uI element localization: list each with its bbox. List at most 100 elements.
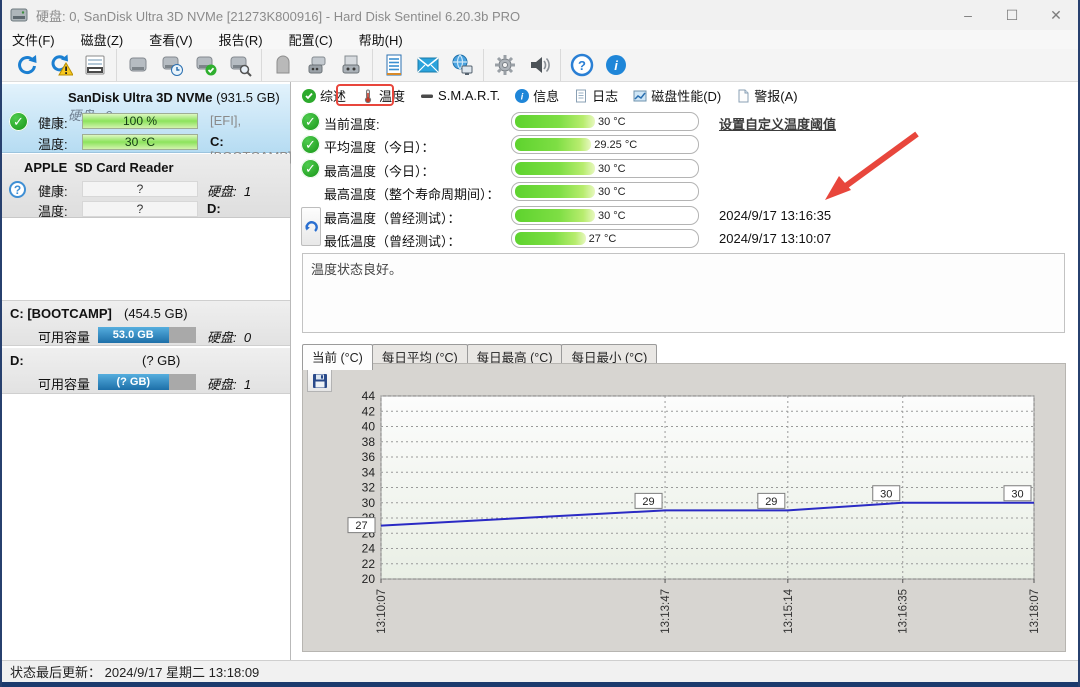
disk-hardware-icon[interactable] bbox=[336, 51, 366, 79]
close-button[interactable]: ✕ bbox=[1034, 0, 1078, 30]
svg-text:13:18:07: 13:18:07 bbox=[1029, 589, 1041, 634]
health-label: 健康: bbox=[38, 113, 68, 132]
temp-row-bar: 30 °C bbox=[511, 182, 699, 201]
temp-row-bar: 29.25 °C bbox=[511, 135, 699, 154]
svg-text:13:16:35: 13:16:35 bbox=[898, 589, 910, 634]
svg-text:13:10:07: 13:10:07 bbox=[376, 589, 388, 634]
undo-icon bbox=[304, 220, 318, 234]
status-ok-icon: ✓ bbox=[301, 135, 320, 154]
temp-row-bar: 30 °C bbox=[511, 206, 699, 225]
temp-label: 温度: bbox=[38, 134, 68, 153]
status-bar: 状态最后更新： 2024/9/17 星期二 13:18:09 bbox=[2, 660, 1078, 682]
temp-row-label: 最低温度（曾经测试）： bbox=[324, 231, 461, 250]
temp-bar-fill bbox=[515, 209, 595, 222]
temp-bar: ? bbox=[82, 201, 198, 217]
disk-item-sandisk[interactable]: SanDisk Ultra 3D NVMe (931.5 GB) 硬盘: 0 ✓… bbox=[2, 84, 290, 153]
info-circle-icon: i bbox=[515, 89, 529, 103]
svg-text:44: 44 bbox=[362, 389, 376, 403]
disk-name: SanDisk Ultra 3D NVMe bbox=[68, 90, 213, 105]
temperature-chart-panel: 2022242628303234363840424413:10:0713:13:… bbox=[302, 363, 1066, 652]
disk-search-icon[interactable] bbox=[225, 51, 255, 79]
notes-icon[interactable] bbox=[379, 51, 409, 79]
disk-connector-icon[interactable] bbox=[302, 51, 332, 79]
annotation-arrow bbox=[817, 128, 927, 208]
tab-smart[interactable]: S.M.A.R.T. bbox=[420, 88, 500, 103]
refresh-icon[interactable] bbox=[12, 51, 42, 79]
status-ok-icon: ✓ bbox=[301, 159, 320, 178]
partition-size: (? GB) bbox=[142, 353, 180, 368]
title-bar: 硬盘: 0, SanDisk Ultra 3D NVMe [21273K8009… bbox=[2, 0, 1078, 30]
window-title: 硬盘: 0, SanDisk Ultra 3D NVMe [21273K8009… bbox=[36, 6, 520, 25]
temp-row-bar: 30 °C bbox=[511, 159, 699, 178]
help-icon[interactable]: ? bbox=[567, 51, 597, 79]
mail-icon[interactable] bbox=[413, 51, 443, 79]
tab-information[interactable]: i信息 bbox=[515, 86, 559, 105]
svg-text:32: 32 bbox=[362, 481, 376, 495]
health-bar: ? bbox=[82, 181, 198, 197]
reset-minmax-button[interactable] bbox=[301, 207, 321, 246]
menu-help[interactable]: 帮助(H) bbox=[359, 30, 403, 49]
maximize-button[interactable]: ☐ bbox=[990, 0, 1034, 30]
temp-bar-value: 29.25 °C bbox=[594, 139, 637, 151]
report-settings-icon[interactable] bbox=[80, 51, 110, 79]
status-last-updated: 状态最后更新： 2024/9/17 星期二 13:18:09 bbox=[10, 662, 259, 681]
temperature-line-chart[interactable]: 2022242628303234363840424413:10:0713:13:… bbox=[303, 364, 1067, 653]
menu-report[interactable]: 报告(R) bbox=[219, 30, 263, 49]
refresh-alert-icon[interactable] bbox=[46, 51, 76, 79]
temp-bar-fill bbox=[515, 185, 595, 198]
alert-page-icon bbox=[736, 89, 750, 103]
capacity-bar-fill: 53.0 GB bbox=[98, 327, 169, 343]
svg-text:22: 22 bbox=[362, 557, 376, 571]
svg-text:13:13:47: 13:13:47 bbox=[660, 589, 672, 634]
save-chart-button[interactable] bbox=[307, 369, 332, 392]
menu-disk[interactable]: 磁盘(Z) bbox=[81, 30, 124, 49]
status-ok-icon: ✓ bbox=[301, 112, 320, 131]
disk-number-label: 硬盘: 0 bbox=[207, 327, 251, 346]
save-icon bbox=[312, 373, 328, 389]
temp-row-label: 最高温度（整个寿命周期间）： bbox=[324, 184, 500, 203]
temp-bar-fill bbox=[515, 232, 586, 245]
sound-icon[interactable] bbox=[524, 51, 554, 79]
temp-bar-value: 30 °C bbox=[598, 186, 626, 198]
temp-row-label: 平均温度（今日）： bbox=[324, 137, 435, 156]
tab-performance[interactable]: 磁盘性能(D) bbox=[633, 86, 721, 105]
max-temp-timestamp: 2024/9/17 13:16:35 bbox=[719, 208, 831, 223]
temp-bar-value: 30 °C bbox=[598, 116, 626, 128]
network-icon[interactable] bbox=[447, 51, 477, 79]
tab-log[interactable]: 日志 bbox=[574, 86, 618, 105]
disk-list-sidebar: SanDisk Ultra 3D NVMe (931.5 GB) 硬盘: 0 ✓… bbox=[2, 82, 291, 660]
temp-label: 温度: bbox=[38, 201, 68, 220]
document-icon bbox=[574, 89, 588, 103]
capacity-bar: (? GB) bbox=[98, 374, 196, 390]
min-temp-timestamp: 2024/9/17 13:10:07 bbox=[719, 231, 831, 246]
minimize-button[interactable]: – bbox=[946, 0, 990, 30]
performance-chart-icon bbox=[633, 89, 647, 103]
tab-alerts[interactable]: 警报(A) bbox=[736, 86, 797, 105]
capacity-bar: 53.0 GB bbox=[98, 327, 196, 343]
menu-file[interactable]: 文件(F) bbox=[12, 30, 55, 49]
partition-item-c[interactable]: C: [BOOTCAMP] (454.5 GB) 可用容量 53.0 GB 硬盘… bbox=[2, 300, 290, 346]
svg-text:42: 42 bbox=[362, 404, 376, 418]
disk-check-icon[interactable] bbox=[191, 51, 221, 79]
partition-size: (454.5 GB) bbox=[124, 306, 188, 321]
temp-bar-value: 30 °C bbox=[598, 210, 626, 222]
window-bottom-edge bbox=[2, 682, 1078, 687]
svg-text:29: 29 bbox=[765, 496, 777, 508]
svg-text:38: 38 bbox=[362, 435, 376, 449]
disk-item-sdcard[interactable]: APPLE SD Card Reader ? 健康: ? 硬盘: 1 温度: ?… bbox=[2, 154, 290, 218]
svg-text:27: 27 bbox=[355, 520, 367, 532]
annotation-highlight-box bbox=[336, 84, 394, 106]
info-icon[interactable]: i bbox=[601, 51, 631, 79]
settings-gear-icon[interactable] bbox=[490, 51, 520, 79]
enclosure-icon[interactable] bbox=[268, 51, 298, 79]
disk-icon[interactable] bbox=[123, 51, 153, 79]
svg-text:30: 30 bbox=[880, 488, 892, 500]
partition-ref: D: bbox=[207, 201, 221, 216]
svg-text:i: i bbox=[614, 58, 618, 73]
menu-view[interactable]: 查看(V) bbox=[149, 30, 192, 49]
disk-clock-icon[interactable] bbox=[157, 51, 187, 79]
chart-tab-current[interactable]: 当前 (°C) bbox=[302, 344, 373, 370]
health-unknown-icon: ? bbox=[9, 181, 26, 198]
partition-item-d[interactable]: D: (? GB) 可用容量 (? GB) 硬盘: 1 bbox=[2, 348, 290, 394]
menu-config[interactable]: 配置(C) bbox=[289, 30, 333, 49]
